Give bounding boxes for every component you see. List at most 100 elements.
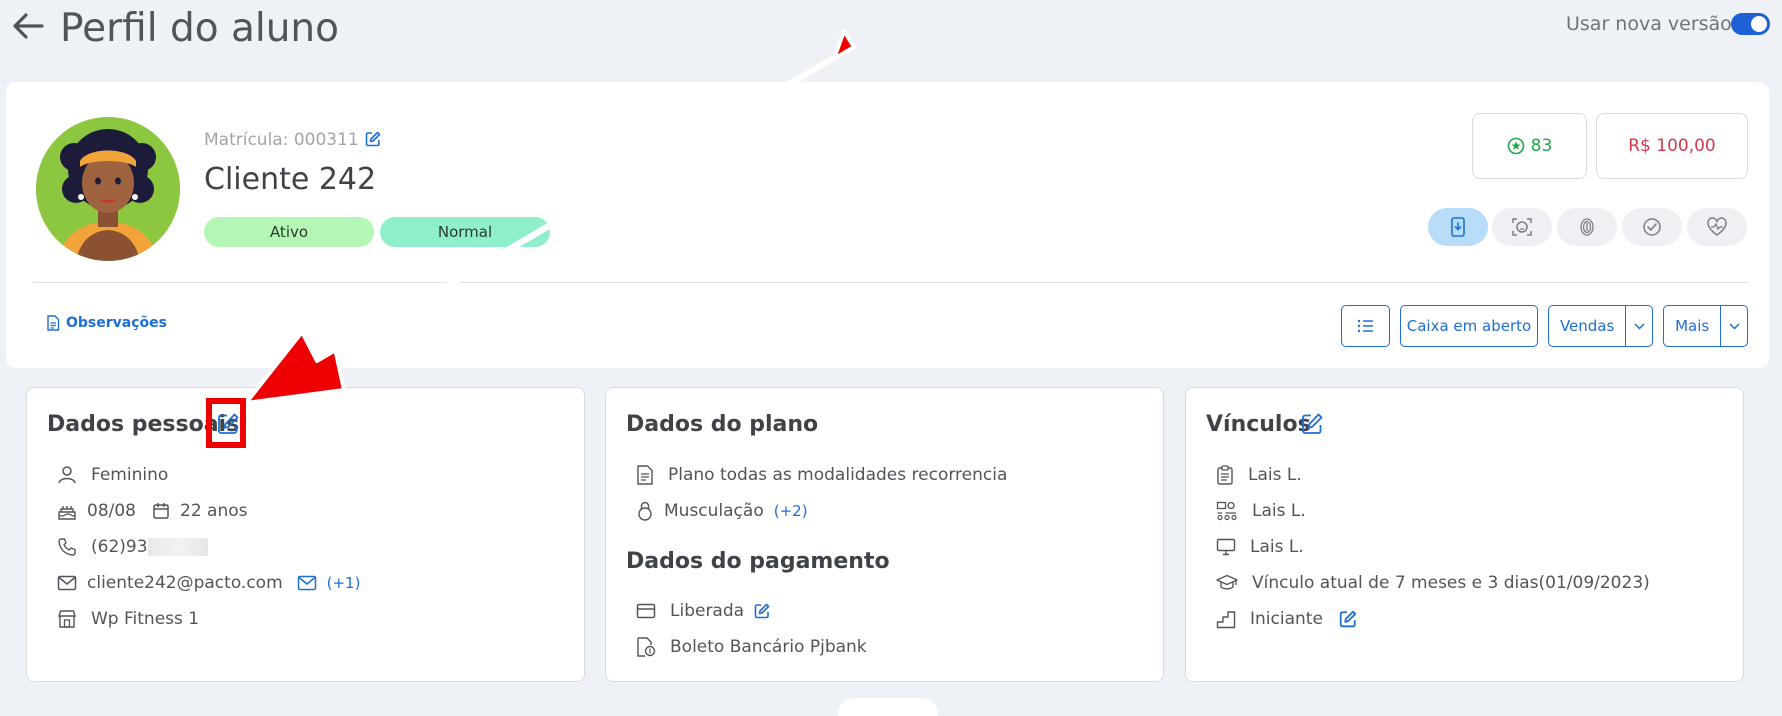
trainer-row: Lais L. [1216,501,1306,521]
email-more-link[interactable]: (+1) [327,574,361,592]
points-value: 83 [1530,136,1553,156]
birthday-row: 08/08 22 anos [57,501,248,521]
document-icon [637,465,653,485]
mail-icon [57,575,77,591]
payment-method-row: Boleto Bancário Pjbank [636,637,867,657]
face-scan-icon [1512,218,1532,236]
document-icon [47,315,60,331]
age-text: 22 anos [180,501,248,521]
calendar-icon [153,503,169,519]
gender-row: Feminino [57,465,168,485]
observacoes-link[interactable]: Observações [46,315,167,331]
clipboard-icon [1217,465,1233,485]
payment-method-text: Boleto Bancário Pjbank [670,637,867,657]
edit-payment-icon[interactable] [754,603,770,619]
plan-data-title: Dados do plano [626,412,819,437]
consultant-text: Lais L. [1248,465,1302,485]
matricula-label: Matrícula: 000311 [204,130,381,150]
modality-text: Musculação [664,501,764,521]
page-title: Perfil do aluno [60,6,339,51]
bottom-collapse-tab[interactable] [838,698,938,716]
points-box[interactable]: 83 [1472,113,1587,179]
stairs-icon [1216,611,1236,629]
phone-row: (62)93 [57,537,208,557]
profile-divider [33,282,1748,283]
vendas-button[interactable]: Vendas [1548,305,1653,347]
heart-pulse-icon [1707,217,1727,236]
phone-icon [58,538,76,556]
vendas-dropdown[interactable] [1625,306,1652,346]
links-title: Vínculos [1206,412,1311,437]
professor-row: Lais L. [1216,537,1304,557]
edit-matricula-icon[interactable] [365,131,381,147]
level-text: Iniciante [1250,609,1323,629]
check-circle-icon [1643,218,1661,236]
annotation-highlight-box [206,398,246,448]
edit-level-icon[interactable] [1339,610,1357,628]
mobile-app-button[interactable] [1428,208,1488,246]
edit-links-icon[interactable] [1301,413,1323,435]
unit-row: Wp Fitness 1 [57,609,199,629]
status-badge-normal: Normal [380,217,550,247]
mais-label[interactable]: Mais [1664,306,1720,346]
modality-more-link[interactable]: (+2) [774,502,808,520]
trainer-text: Lais L. [1252,501,1306,521]
avatar [36,117,180,261]
phone-text: (62)93 [91,537,148,557]
invoice-icon [637,637,656,657]
balance-box[interactable]: R$ 100,00 [1596,113,1748,179]
avatar-illustration [36,117,180,261]
payment-status-text: Liberada [670,601,745,621]
tenure-text: Vínculo atual de 7 meses e 3 dias(01/09/… [1252,573,1650,593]
payment-status-row: Liberada [636,601,770,621]
plan-data-card: Dados do plano Plano todas as modalidade… [605,387,1164,682]
trainer-icon [1216,501,1237,521]
credit-card-icon [636,603,656,619]
level-row: Iniciante [1216,609,1357,629]
mais-button[interactable]: Mais [1663,305,1748,347]
chevron-down-icon [1729,322,1740,330]
payment-data-title: Dados do pagamento [626,549,890,574]
store-icon [58,610,76,628]
plan-name-text: Plano todas as modalidades recorrencia [668,465,1008,485]
modality-row: Musculação (+2) [636,501,808,521]
cake-icon [58,506,76,520]
plan-name-row: Plano todas as modalidades recorrencia [636,465,1007,485]
mais-dropdown[interactable] [1720,306,1747,346]
kettlebell-icon [638,501,652,521]
matricula-text: Matrícula: 000311 [204,130,359,150]
list-view-button[interactable] [1341,305,1390,347]
list-icon [1357,319,1373,333]
phone-redacted [147,538,208,556]
points-icon [1507,137,1524,155]
email-row: cliente242@pacto.com (+1) [57,573,360,593]
caixa-em-aberto-button[interactable]: Caixa em aberto [1400,305,1538,347]
fingerprint-icon [1580,218,1594,236]
graduation-cap-icon [1216,574,1238,590]
links-card: Vínculos Lais L. Lais L. Lais L. Vínculo… [1185,387,1744,682]
monitor-icon [1216,538,1236,556]
status-badge-ativo: Ativo [204,217,374,247]
person-icon [58,466,76,484]
new-version-label: Usar nova versão [1566,13,1732,35]
unit-text: Wp Fitness 1 [91,609,200,629]
new-version-toggle[interactable] [1731,13,1770,35]
chevron-down-icon [1634,322,1645,330]
back-arrow-icon[interactable] [8,6,48,46]
professor-text: Lais L. [1250,537,1304,557]
toggle-knob [1751,16,1767,32]
fingerprint-button[interactable] [1557,208,1617,246]
check-in-button[interactable] [1622,208,1682,246]
email-text: cliente242@pacto.com [87,573,283,593]
health-button[interactable] [1687,208,1747,246]
face-recognition-button[interactable] [1492,208,1552,246]
birthday-text: 08/08 [87,501,136,521]
personal-data-card: Dados pessoais Feminino 08/08 22 anos (6… [26,387,585,682]
observacoes-label: Observações [66,315,167,331]
mail-action-icon[interactable] [297,575,317,591]
tenure-row: Vínculo atual de 7 meses e 3 dias(01/09/… [1216,573,1650,593]
phone-download-icon [1451,217,1465,237]
client-name: Cliente 242 [204,162,377,197]
consultant-row: Lais L. [1216,465,1302,485]
vendas-label[interactable]: Vendas [1549,306,1625,346]
